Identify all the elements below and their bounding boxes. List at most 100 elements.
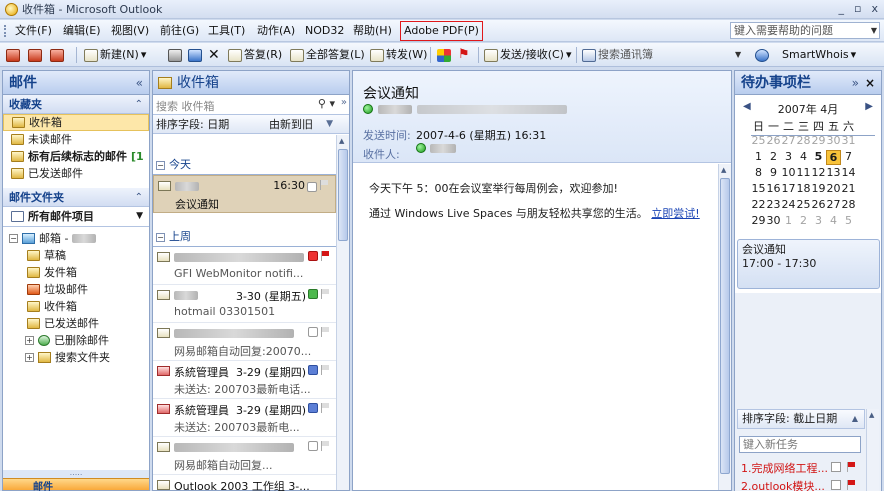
- calendar-day[interactable]: 1: [781, 214, 796, 227]
- calendar-day[interactable]: 18: [796, 182, 811, 195]
- chevron-down-icon[interactable]: ▾: [851, 47, 857, 63]
- folder-inbox[interactable]: 收件箱: [3, 298, 149, 315]
- message-row[interactable]: 网易邮箱自动回复...: [153, 437, 336, 475]
- calendar-day[interactable]: 28: [796, 134, 811, 147]
- pdf-button[interactable]: [50, 47, 64, 63]
- minimize-button[interactable]: _: [839, 2, 845, 15]
- move-button[interactable]: [188, 47, 202, 63]
- calendar-day[interactable]: 1: [751, 150, 766, 165]
- folder-outbox[interactable]: 发件箱: [3, 264, 149, 281]
- calendar-day[interactable]: 25: [751, 134, 766, 147]
- flag-icon[interactable]: [321, 251, 330, 261]
- menu-nod32[interactable]: NOD32: [304, 23, 345, 39]
- calendar-day[interactable]: 6: [826, 150, 841, 165]
- flag-icon[interactable]: [847, 480, 856, 490]
- category-box[interactable]: [308, 251, 318, 261]
- calendar-day[interactable]: 19: [811, 182, 826, 195]
- chevron-down-icon[interactable]: ▼: [735, 46, 741, 63]
- category-box[interactable]: [308, 327, 318, 337]
- calendar-day[interactable]: 15: [751, 182, 766, 195]
- next-month-icon[interactable]: ▶: [865, 101, 873, 112]
- task-sort-bar[interactable]: 排序字段: 截止日期 ▲: [737, 409, 865, 429]
- menu-help[interactable]: 帮助(H): [352, 23, 393, 39]
- calendar-day[interactable]: 2: [796, 214, 811, 227]
- calendar-day[interactable]: 11: [796, 166, 811, 179]
- group-today[interactable]: − 今天: [153, 155, 336, 175]
- calendar-day[interactable]: 9: [766, 166, 781, 179]
- flag-icon[interactable]: [321, 327, 330, 337]
- reply-all-button[interactable]: 全部答复(L): [290, 47, 365, 63]
- calendar-day[interactable]: 22: [751, 198, 766, 211]
- calendar-day[interactable]: 7: [841, 150, 856, 165]
- menu-tools[interactable]: 工具(T): [207, 23, 246, 39]
- flag-icon[interactable]: [321, 289, 330, 299]
- menu-grip-icon[interactable]: [4, 25, 7, 37]
- calendar-day[interactable]: 31: [841, 134, 856, 147]
- favorite-inbox[interactable]: 收件箱: [3, 114, 149, 131]
- calendar-day[interactable]: 5: [841, 214, 856, 227]
- appointment-item[interactable]: 会议通知 17:00 - 17:30: [737, 239, 880, 289]
- calendar-day[interactable]: 29: [811, 134, 826, 147]
- collapse-icon[interactable]: −: [9, 234, 18, 243]
- message-row[interactable]: Outlook 2003 工作组 3-...: [153, 475, 336, 491]
- task-checkbox[interactable]: [831, 462, 841, 472]
- calendar-day[interactable]: 12: [811, 166, 826, 179]
- scroll-up-icon[interactable]: ▲: [869, 411, 874, 419]
- menu-go[interactable]: 前往(G): [159, 23, 200, 39]
- mail-folders-header[interactable]: 邮件文件夹 ⌃: [3, 188, 149, 207]
- calendar-day[interactable]: 3: [811, 214, 826, 227]
- calendar-day[interactable]: 25: [796, 198, 811, 211]
- close-icon[interactable]: ×: [865, 71, 875, 95]
- scrollbar-thumb[interactable]: [338, 149, 348, 241]
- search-icon[interactable]: ⚲ ▾: [318, 97, 335, 110]
- category-box[interactable]: [308, 365, 318, 375]
- task-item[interactable]: 2.outlook模块...: [741, 478, 861, 491]
- calendar-day[interactable]: 8: [751, 166, 766, 179]
- help-button[interactable]: [755, 47, 769, 63]
- chevron-down-icon[interactable]: ▼: [871, 23, 877, 38]
- chevron-down-icon[interactable]: ▼: [136, 208, 143, 225]
- send-receive-button[interactable]: 发送/接收(C) ▾: [484, 47, 572, 63]
- mailbox-root[interactable]: − 邮箱 -: [3, 230, 149, 247]
- favorite-unread[interactable]: 未读邮件: [3, 131, 149, 148]
- calendar-day[interactable]: 30: [826, 134, 841, 147]
- expand-icon[interactable]: +: [25, 336, 34, 345]
- instant-search-input[interactable]: 搜索 收件箱 ⚲ ▾ »: [153, 95, 349, 115]
- calendar-day[interactable]: 26: [811, 198, 826, 211]
- sort-order-label[interactable]: 由新到旧: [269, 115, 313, 134]
- flag-icon[interactable]: [847, 462, 856, 472]
- calendar-day[interactable]: 24: [781, 198, 796, 211]
- flag-icon[interactable]: [320, 180, 329, 190]
- calendar-day[interactable]: 17: [781, 182, 796, 195]
- category-box[interactable]: [308, 403, 318, 413]
- favorite-sent[interactable]: 已发送邮件: [3, 165, 149, 182]
- recipient-value[interactable]: [416, 143, 456, 153]
- calendar-day[interactable]: 27: [826, 198, 841, 211]
- calendar-day[interactable]: 2: [766, 150, 781, 165]
- favorites-header[interactable]: 收藏夹 ⌃: [3, 95, 149, 114]
- junk-button[interactable]: [28, 47, 42, 63]
- rules-button[interactable]: [6, 47, 20, 63]
- flag-icon[interactable]: [321, 403, 330, 413]
- collapse-up-icon[interactable]: ⌃: [135, 188, 143, 207]
- collapse-left-icon[interactable]: «: [136, 71, 143, 95]
- task-checkbox[interactable]: [831, 480, 841, 490]
- category-box[interactable]: [308, 289, 318, 299]
- try-now-link[interactable]: 立即尝试!: [651, 207, 699, 220]
- message-row[interactable]: 3-30 (星期五) hotmail 03301501: [153, 285, 336, 323]
- task-item[interactable]: 1.完成网络工程...: [741, 460, 861, 476]
- chevron-down-icon[interactable]: ▾: [141, 47, 147, 63]
- calendar-day[interactable]: 21: [841, 182, 856, 195]
- scrollbar-thumb[interactable]: [720, 178, 730, 474]
- arrange-by-bar[interactable]: 排序字段: 日期 由新到旧 ▼: [153, 115, 349, 134]
- folder-deleted[interactable]: + 已删除邮件: [3, 332, 149, 349]
- print-button[interactable]: [168, 47, 182, 63]
- expand-search-icon[interactable]: »: [341, 97, 347, 108]
- calendar-day[interactable]: 26: [766, 134, 781, 147]
- calendar-day[interactable]: 4: [796, 150, 811, 165]
- contact-search-input[interactable]: 搜索通讯簿 ▼: [598, 46, 748, 63]
- collapse-icon[interactable]: −: [156, 160, 165, 170]
- expand-right-icon[interactable]: »: [852, 71, 859, 95]
- help-search-input[interactable]: 键入需要帮助的问题 ▼: [730, 22, 880, 39]
- sort-arrow-icon[interactable]: ▼: [326, 115, 333, 134]
